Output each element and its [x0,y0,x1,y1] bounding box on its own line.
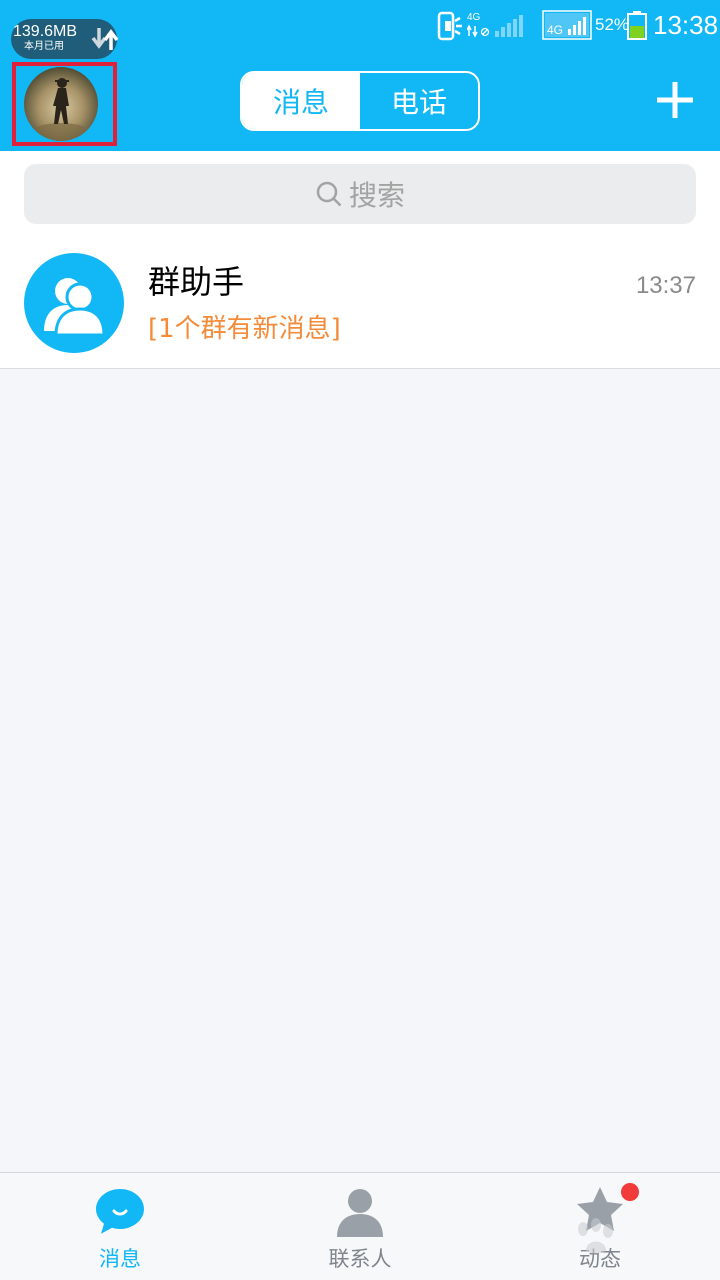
tabbar-label: 联系人 [328,1247,392,1271]
header-tab-switcher: 消息 电话 [240,71,480,131]
signal-strong-icon: 4G [542,10,592,40]
search-icon [316,181,342,207]
message-bubble-icon [96,1189,144,1234]
avatar-highlight-box [12,62,117,146]
network-box-text: 4G [547,23,563,37]
data-usage-label: 本月已用 [24,41,64,52]
tabbar-item-messages[interactable]: 消息 [0,1173,240,1280]
status-bar: 4G 4G 52% 13:38 [420,0,720,50]
conversation-preview: [1个群有新消息] [148,314,341,344]
user-avatar[interactable] [24,67,98,141]
plus-icon[interactable] [655,80,695,120]
tab-calls[interactable]: 电话 [360,73,478,129]
network-small-text: 4G [467,12,481,23]
tabbar-item-contacts[interactable]: 联系人 [240,1173,480,1280]
battery-percent: 52% [595,15,630,34]
conversation-time: 13:37 [635,272,696,299]
contacts-person-icon [337,1189,383,1237]
avatar-photo [31,78,91,141]
data-usage-widget[interactable]: 139.6MB 本月已用 [11,19,119,59]
vibrate-icon [437,11,462,41]
group-assistant-icon [24,253,124,353]
conversation-title: 群助手 [148,263,245,301]
signal-weak-icon: 4G [467,12,523,38]
notification-badge [621,1183,639,1201]
clock-time: 13:38 [653,10,719,40]
baidu-watermark [578,1218,613,1254]
data-transfer-icon [91,28,119,50]
app-header: 139.6MB 本月已用 4G 4G 52% 13:38 消息 电话 [0,0,720,151]
search-bar: 搜索 [0,151,720,236]
search-placeholder: 搜索 [348,179,405,212]
data-usage-amount: 139.6MB [13,23,78,40]
tab-messages[interactable]: 消息 [242,73,360,129]
tabbar-label: 消息 [99,1247,141,1271]
conversation-item[interactable]: 群助手 13:37 [1个群有新消息] [0,236,720,369]
battery-icon [627,11,647,40]
search-input[interactable]: 搜索 [24,164,696,224]
